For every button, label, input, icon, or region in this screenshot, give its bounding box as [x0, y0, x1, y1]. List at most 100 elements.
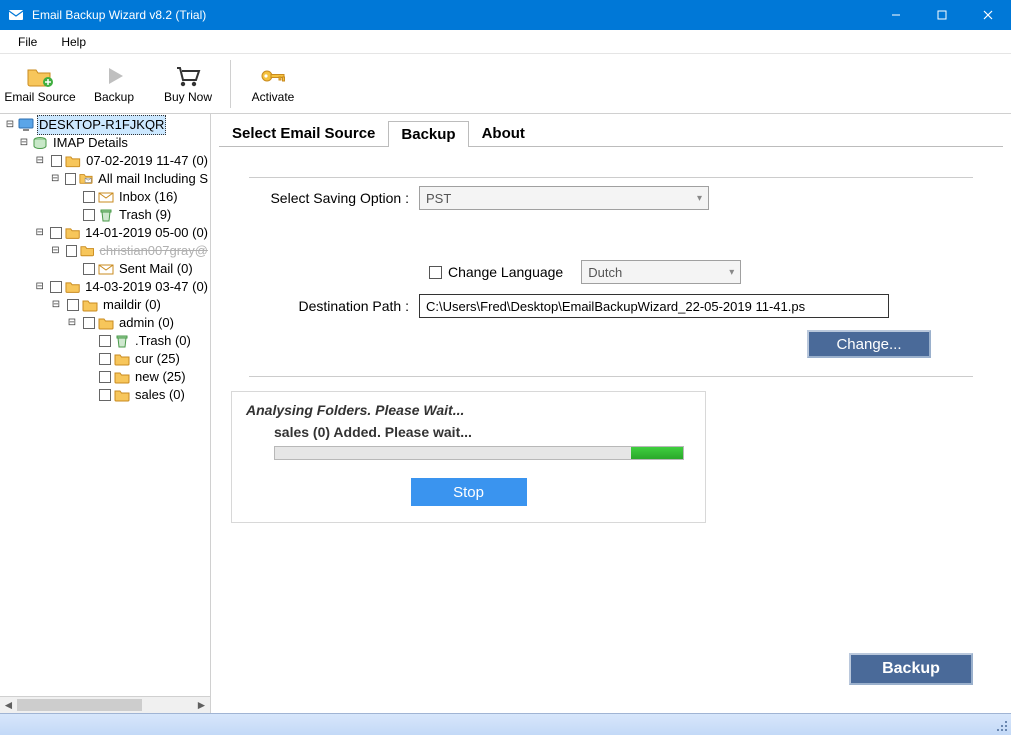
- tree-item[interactable]: ⊟14-01-2019 05-00 (0): [0, 224, 210, 242]
- activate-button[interactable]: Activate: [237, 56, 309, 112]
- checkbox[interactable]: [99, 353, 111, 365]
- tree-item[interactable]: new (25): [0, 368, 210, 386]
- tab-backup[interactable]: Backup: [388, 121, 468, 147]
- tab-about[interactable]: About: [469, 120, 538, 146]
- horizontal-scrollbar[interactable]: ◄ ►: [0, 696, 210, 713]
- stop-button[interactable]: Stop: [411, 478, 527, 506]
- expand-icon[interactable]: ⊟: [34, 281, 45, 293]
- folder-icon: [65, 154, 81, 168]
- tree-label: 07-02-2019 11-47 (0): [84, 152, 210, 170]
- chevron-down-icon: ▾: [729, 267, 734, 278]
- tree-label: 14-03-2019 03-47 (0): [83, 278, 210, 296]
- tree-item[interactable]: ⊟maildir (0): [0, 296, 210, 314]
- folder-tree[interactable]: ⊟ DESKTOP-R1FJKQR ⊟ IMAP Details ⊟ 07-02-…: [0, 114, 210, 404]
- change-language-label: Change Language: [448, 264, 563, 280]
- expand-icon[interactable]: ⊟: [50, 299, 62, 311]
- saving-option-label: Select Saving Option :: [249, 190, 419, 206]
- resize-grip-icon[interactable]: [995, 719, 1009, 733]
- tree-item[interactable]: sales (0): [0, 386, 210, 404]
- scroll-right-icon[interactable]: ►: [193, 697, 210, 713]
- drive-icon: [32, 136, 48, 150]
- checkbox[interactable]: [66, 245, 77, 257]
- backup-button[interactable]: Backup: [849, 653, 973, 685]
- checkbox[interactable]: [83, 317, 95, 329]
- status-bar: [0, 713, 1011, 735]
- tree-label: cur (25): [133, 350, 182, 368]
- checkbox[interactable]: [99, 335, 111, 347]
- progress-fill: [631, 447, 683, 459]
- folder-add-icon: [26, 64, 54, 88]
- tree-item[interactable]: Trash (9): [0, 206, 210, 224]
- checkbox[interactable]: [50, 281, 62, 293]
- checkbox[interactable]: [50, 227, 62, 239]
- destination-path-input[interactable]: [419, 294, 889, 318]
- tab-bar: Select Email Source Backup About: [219, 118, 1003, 146]
- progress-panel: Analysing Folders. Please Wait... sales …: [231, 391, 706, 523]
- tree-item[interactable]: ⊟ 07-02-2019 11-47 (0): [0, 152, 210, 170]
- toolbar-separator: [230, 60, 231, 108]
- email-source-button[interactable]: Email Source: [4, 56, 76, 112]
- tree-root-label: DESKTOP-R1FJKQR: [37, 115, 166, 135]
- checkbox[interactable]: [67, 299, 79, 311]
- close-button[interactable]: [965, 0, 1011, 30]
- folder-icon: [65, 226, 80, 240]
- chevron-down-icon: ▾: [697, 193, 702, 204]
- tree-item-imap[interactable]: ⊟ IMAP Details: [0, 134, 210, 152]
- tree-item[interactable]: Sent Mail (0): [0, 260, 210, 278]
- tree-label: sales (0): [133, 386, 187, 404]
- backup-tab-content: Select Saving Option : PST ▾ Change Lang…: [219, 146, 1003, 523]
- folder-icon: [98, 316, 114, 330]
- tree-label: Trash (9): [117, 206, 173, 224]
- menu-file[interactable]: File: [8, 33, 47, 51]
- tree-label: new (25): [133, 368, 188, 386]
- expand-icon[interactable]: ⊟: [18, 137, 30, 149]
- saving-option-select[interactable]: PST ▾: [419, 186, 709, 210]
- checkbox[interactable]: [99, 389, 111, 401]
- tab-select-source[interactable]: Select Email Source: [219, 120, 388, 146]
- progress-title: Analysing Folders. Please Wait...: [246, 402, 691, 418]
- checkbox[interactable]: [99, 371, 111, 383]
- minimize-button[interactable]: [873, 0, 919, 30]
- window-titlebar: Email Backup Wizard v8.2 (Trial): [0, 0, 1011, 30]
- checkbox[interactable]: [83, 191, 95, 203]
- progress-status: sales (0) Added. Please wait...: [246, 424, 691, 440]
- tree-item[interactable]: Inbox (16): [0, 188, 210, 206]
- buy-now-label: Buy Now: [164, 90, 212, 104]
- checkbox[interactable]: [83, 263, 95, 275]
- tree-item[interactable]: ⊟ 14-03-2019 03-47 (0): [0, 278, 210, 296]
- checkbox[interactable]: [83, 209, 95, 221]
- tree-item[interactable]: ⊟christian007gray@: [0, 242, 210, 260]
- scroll-track[interactable]: [17, 697, 193, 713]
- scroll-left-icon[interactable]: ◄: [0, 697, 17, 713]
- expand-icon[interactable]: ⊟: [66, 317, 78, 329]
- trash-icon: [98, 208, 114, 222]
- menu-help[interactable]: Help: [51, 33, 96, 51]
- backup-button-toolbar[interactable]: Backup: [78, 56, 150, 112]
- folder-icon: [114, 370, 130, 384]
- checkbox[interactable]: [51, 155, 63, 167]
- activate-label: Activate: [252, 90, 295, 104]
- scroll-thumb[interactable]: [17, 699, 142, 711]
- buy-now-button[interactable]: Buy Now: [152, 56, 224, 112]
- maximize-button[interactable]: [919, 0, 965, 30]
- tree-root[interactable]: ⊟ DESKTOP-R1FJKQR: [0, 116, 210, 134]
- folder-icon: [82, 298, 98, 312]
- tree-label: Sent Mail (0): [117, 260, 195, 278]
- expand-icon[interactable]: ⊟: [50, 245, 61, 257]
- tree-item[interactable]: ⊟admin (0): [0, 314, 210, 332]
- change-language-checkbox[interactable]: [429, 266, 442, 279]
- expand-icon[interactable]: ⊟: [4, 119, 16, 131]
- tree-item[interactable]: .Trash (0): [0, 332, 210, 350]
- checkbox[interactable]: [65, 173, 76, 185]
- tree-item[interactable]: cur (25): [0, 350, 210, 368]
- saving-option-value: PST: [426, 191, 451, 206]
- tree-item[interactable]: ⊟ All mail Including S: [0, 170, 210, 188]
- expand-icon[interactable]: ⊟: [34, 155, 46, 167]
- expand-icon[interactable]: ⊟: [34, 227, 45, 239]
- language-select[interactable]: Dutch ▾: [581, 260, 741, 284]
- key-icon: [259, 64, 287, 88]
- change-button[interactable]: Change...: [807, 330, 931, 358]
- tree-label: All mail Including S: [96, 170, 210, 188]
- menu-bar: File Help: [0, 30, 1011, 54]
- expand-icon[interactable]: ⊟: [50, 173, 60, 185]
